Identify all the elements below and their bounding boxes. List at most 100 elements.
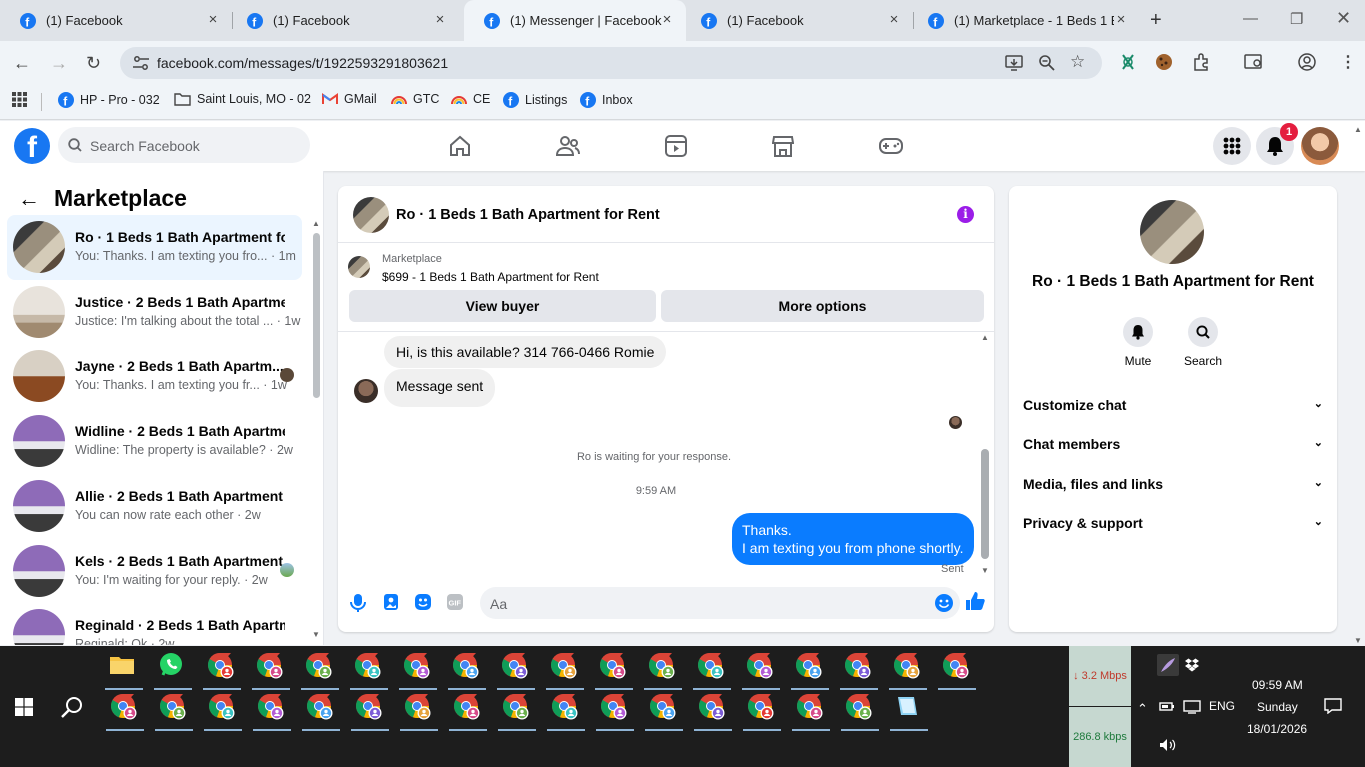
listing-thumbnail[interactable] <box>348 256 370 278</box>
scroll-up-icon[interactable]: ▲ <box>981 333 989 342</box>
page-scrollbar[interactable]: ▲ ▼ <box>1352 125 1365 645</box>
photo-icon[interactable] <box>383 593 399 611</box>
new-tab-plus-icon[interactable]: + <box>1150 9 1162 32</box>
customize-chat-row[interactable]: Customize chat ⌄ <box>1023 397 1323 413</box>
scroll-down-icon[interactable]: ▼ <box>312 630 320 639</box>
chrome-profile-icon[interactable] <box>448 652 486 690</box>
show-hidden-icons-chevron-icon[interactable]: ⌃ <box>1137 701 1148 717</box>
back-arrow-icon[interactable]: ← <box>13 53 31 74</box>
conversation-item[interactable]: Justice · 2 Beds 1 Bath Apartment Justic… <box>7 280 302 345</box>
reload-icon[interactable]: ↻ <box>86 53 101 74</box>
microphone-icon[interactable] <box>350 593 366 613</box>
network-monitor-icon[interactable] <box>1183 700 1201 714</box>
chrome-profile-icon[interactable] <box>596 693 634 731</box>
friends-icon[interactable] <box>556 135 580 157</box>
profile-icon[interactable] <box>1298 53 1316 71</box>
language-indicator[interactable]: ENG <box>1209 699 1235 713</box>
clock-date[interactable]: 18/01/2026 <box>1247 722 1307 736</box>
bookmark-star-icon[interactable]: ☆ <box>1070 52 1085 72</box>
message-input[interactable]: Aa <box>480 587 960 619</box>
bookmark-item[interactable]: f HP - Pro - 032 <box>58 92 160 108</box>
feather-app-icon[interactable] <box>1157 654 1179 676</box>
chrome-profile-icon[interactable] <box>938 652 976 690</box>
scroll-down-icon[interactable]: ▼ <box>1354 636 1362 645</box>
close-tab-icon[interactable]: × <box>660 12 674 27</box>
mute-button[interactable]: Mute <box>1108 317 1168 368</box>
back-arrow-icon[interactable]: ← <box>18 186 40 212</box>
browser-tab[interactable]: f (1) Facebook × <box>0 0 233 41</box>
window-close-icon[interactable]: ✕ <box>1336 8 1351 29</box>
chrome-profile-icon[interactable] <box>546 652 584 690</box>
chrome-profile-icon[interactable] <box>204 693 242 731</box>
restore-icon[interactable]: ❐ <box>1290 10 1303 28</box>
chat-title[interactable]: Ro · 1 Beds 1 Bath Apartment for Rent <box>396 207 660 223</box>
chat-avatar[interactable] <box>353 197 389 233</box>
extensions-puzzle-icon[interactable] <box>1192 53 1210 71</box>
conversation-item[interactable]: Kels · 2 Beds 1 Bath Apartment You: I'm … <box>7 539 302 604</box>
chrome-profile-icon[interactable] <box>106 693 144 731</box>
conversation-item[interactable]: Jayne · 2 Beds 1 Bath Apartm... You: Tha… <box>7 344 302 409</box>
browser-tab[interactable]: f (1) Facebook × <box>681 0 914 41</box>
chrome-profile-icon[interactable] <box>497 652 535 690</box>
action-center-icon[interactable] <box>1324 698 1342 714</box>
chrome-profile-icon[interactable] <box>840 652 878 690</box>
bookmark-item[interactable]: GMail <box>322 92 377 106</box>
chrome-profile-icon[interactable] <box>498 693 536 731</box>
chrome-profile-icon[interactable] <box>644 652 682 690</box>
zoom-icon[interactable] <box>1038 54 1056 72</box>
media-files-links-row[interactable]: Media, files and links ⌄ <box>1023 476 1323 492</box>
chrome-profile-icon[interactable] <box>889 652 927 690</box>
site-settings-icon[interactable] <box>132 55 150 71</box>
bookmark-item[interactable]: GTC <box>391 92 439 106</box>
conversation-item[interactable]: Widline · 2 Beds 1 Bath Apartme... Widli… <box>7 409 302 474</box>
chrome-profile-icon[interactable] <box>792 693 830 731</box>
browser-menu-icon[interactable]: ⋮ <box>1340 52 1356 72</box>
bookmark-item[interactable]: f Listings <box>503 92 567 108</box>
more-options-button[interactable]: More options <box>661 290 984 322</box>
scroll-up-icon[interactable]: ▲ <box>312 219 320 228</box>
chrome-profile-icon[interactable] <box>301 652 339 690</box>
info-icon[interactable]: i <box>957 206 974 223</box>
chrome-profile-icon[interactable] <box>694 693 732 731</box>
facebook-search-input[interactable]: Search Facebook <box>58 127 310 163</box>
chrome-profile-icon[interactable] <box>253 693 291 731</box>
battery-icon[interactable] <box>1159 700 1175 712</box>
chrome-profile-icon[interactable] <box>155 693 193 731</box>
minimize-icon[interactable]: — <box>1243 10 1258 27</box>
clock-time[interactable]: 09:59 AM <box>1252 678 1303 692</box>
install-app-icon[interactable] <box>1005 54 1023 72</box>
chrome-profile-icon[interactable] <box>547 693 585 731</box>
video-icon[interactable] <box>665 135 687 157</box>
extension-puzzle-green-icon[interactable] <box>1120 53 1136 71</box>
chrome-profile-icon[interactable] <box>449 693 487 731</box>
bookmark-item[interactable]: Saint Louis, MO - 02 <box>174 92 311 106</box>
scroll-up-icon[interactable]: ▲ <box>1354 125 1362 134</box>
notepad-icon[interactable] <box>890 693 928 731</box>
chrome-profile-icon[interactable] <box>645 693 683 731</box>
close-tab-icon[interactable]: × <box>1114 12 1128 27</box>
conversation-item[interactable]: Allie · 2 Beds 1 Bath Apartment You can … <box>7 474 302 539</box>
sticker-icon[interactable] <box>414 593 432 611</box>
view-buyer-button[interactable]: View buyer <box>349 290 656 322</box>
account-avatar[interactable] <box>1301 127 1339 165</box>
close-tab-icon[interactable]: × <box>206 12 220 27</box>
browser-tab[interactable]: f (1) Facebook × <box>227 0 459 41</box>
search-in-chat-button[interactable]: Search <box>1173 317 1233 368</box>
menu-grid-button[interactable] <box>1213 127 1251 165</box>
conversation-item[interactable]: Ro · 1 Beds 1 Bath Apartment fo... You: … <box>7 215 302 280</box>
chrome-profile-icon[interactable] <box>693 652 731 690</box>
chrome-profile-icon[interactable] <box>742 652 780 690</box>
forward-arrow-icon[interactable]: → <box>50 53 68 74</box>
scroll-down-icon[interactable]: ▼ <box>981 566 989 575</box>
chrome-profile-icon[interactable] <box>841 693 879 731</box>
windows-start-icon[interactable] <box>15 698 33 716</box>
close-tab-icon[interactable]: × <box>887 12 901 27</box>
gif-icon[interactable]: GIF <box>446 593 464 611</box>
contact-avatar[interactable] <box>1140 200 1204 264</box>
chrome-profile-icon[interactable] <box>400 693 438 731</box>
taskbar-search-icon[interactable] <box>61 696 83 718</box>
volume-icon[interactable] <box>1159 738 1177 752</box>
apps-grid-icon[interactable] <box>12 92 27 107</box>
thumbs-up-icon[interactable] <box>965 591 985 611</box>
cookie-icon[interactable] <box>1155 53 1173 71</box>
